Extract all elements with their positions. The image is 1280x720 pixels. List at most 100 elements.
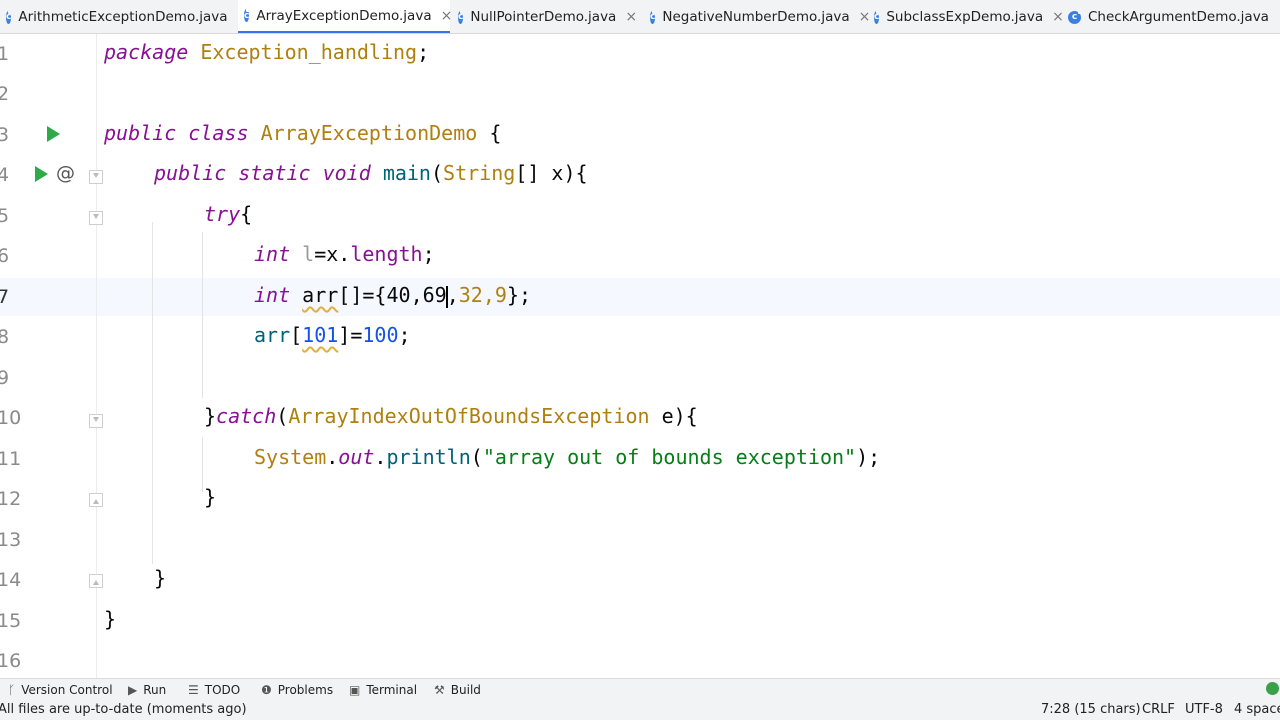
tab-subclass-exp-demo[interactable]: c SubclassExpDemo.java × xyxy=(868,0,1064,33)
punct: ; xyxy=(422,242,435,266)
code-line: 9 xyxy=(0,358,1280,398)
tool-todo[interactable]: ☰ TODO xyxy=(188,683,240,697)
punct: ( xyxy=(276,404,289,428)
punct: [] x){ xyxy=(515,161,588,185)
hammer-icon: ⚒ xyxy=(434,683,445,697)
tool-label: Version Control xyxy=(21,683,113,697)
java-class-icon: c xyxy=(1068,8,1083,24)
code-line: 5 try{ xyxy=(0,196,1280,236)
punct: , xyxy=(446,283,459,307)
code-line: 6 int l=x.length; xyxy=(0,236,1280,276)
keyword: try xyxy=(204,202,241,226)
caret-position[interactable]: 7:28 (15 chars) xyxy=(1041,702,1141,717)
tab-label: SubclassExpDemo.java xyxy=(886,9,1044,25)
type-name: String xyxy=(443,161,516,185)
file-encoding[interactable]: UTF-8 xyxy=(1185,702,1223,717)
variable: l xyxy=(302,242,315,266)
variable: arr xyxy=(254,323,291,347)
tool-problems[interactable]: ❶ Problems xyxy=(261,683,333,697)
tab-label: NullPointerDemo.java xyxy=(470,9,617,25)
keyword: void xyxy=(322,161,371,185)
close-icon[interactable]: × xyxy=(625,9,637,25)
punct: =x. xyxy=(314,242,351,266)
number: 101 xyxy=(302,323,339,347)
punct: ]= xyxy=(338,323,363,347)
line-number: 2 xyxy=(0,83,10,105)
line-number: 9 xyxy=(0,367,10,389)
terminal-icon: ▣ xyxy=(349,683,361,697)
line-number: 14 xyxy=(0,569,22,591)
code-line: 15 } xyxy=(0,601,1280,641)
line-number: 6 xyxy=(0,245,10,267)
code-line: 11 System.out.println("array out of boun… xyxy=(0,439,1280,479)
punct: } xyxy=(204,485,217,509)
method-name: println xyxy=(386,445,471,469)
string-literal: "array out of bounds exception" xyxy=(482,445,857,469)
close-icon[interactable]: × xyxy=(441,8,453,24)
java-class-icon: c xyxy=(650,8,658,24)
tab-arithmetic-exception-demo[interactable]: c ArithmeticExceptionDemo.java × xyxy=(0,0,248,33)
class-name: ArrayIndexOutOfBoundsException xyxy=(288,404,650,428)
line-number: 16 xyxy=(0,650,22,672)
tab-label: ArithmeticExceptionDemo.java xyxy=(18,9,228,25)
punct: . xyxy=(326,445,339,469)
tab-array-exception-demo[interactable]: c ArrayExceptionDemo.java × xyxy=(238,0,453,33)
tool-run[interactable]: ▶ Run xyxy=(128,683,166,697)
number: 9 xyxy=(494,283,507,307)
line-number: 4 xyxy=(0,164,10,186)
branch-icon: ᚴ xyxy=(8,683,16,697)
tab-negative-number-demo[interactable]: c NegativeNumberDemo.java × xyxy=(644,0,870,33)
tool-build[interactable]: ⚒ Build xyxy=(434,683,481,697)
indent-setting[interactable]: 4 spaces xyxy=(1234,702,1280,717)
line-number: 12 xyxy=(0,488,22,510)
punct: , xyxy=(410,283,423,307)
tab-label: NegativeNumberDemo.java xyxy=(662,9,850,25)
editor-tab-bar: c ArithmeticExceptionDemo.java × c Array… xyxy=(0,0,1280,34)
package-name: Exception_handling xyxy=(200,40,418,64)
punct: } xyxy=(104,607,117,631)
run-icon: ▶ xyxy=(128,683,138,697)
tab-null-pointer-demo[interactable]: c NullPointerDemo.java × xyxy=(452,0,642,33)
java-class-icon: c xyxy=(6,8,14,24)
keyword: static xyxy=(238,161,311,185)
java-class-icon: c xyxy=(458,8,466,24)
punct: ; xyxy=(398,323,411,347)
punct: . xyxy=(374,445,387,469)
code-line: 16 xyxy=(0,641,1280,678)
event-log-icon[interactable] xyxy=(1266,682,1279,695)
keyword: int xyxy=(254,283,291,307)
tool-label: Build xyxy=(450,683,481,697)
status-message[interactable]: All files are up-to-date (moments ago) xyxy=(0,702,247,717)
line-number: 11 xyxy=(0,448,22,470)
punct: ( xyxy=(470,445,483,469)
number: 40 xyxy=(386,283,411,307)
variable: arr xyxy=(302,283,339,307)
code-line: 1 package Exception_handling; xyxy=(0,34,1280,74)
line-number: 7 xyxy=(0,286,10,308)
code-line: 4 public static void main(String[] x){ xyxy=(0,155,1280,195)
class-name: ArrayExceptionDemo xyxy=(260,121,478,145)
tool-label: Run xyxy=(143,683,167,697)
tool-window-bar: ᚴ Version Control ▶ Run ☰ TODO ❶ Problem… xyxy=(0,678,1280,700)
tab-check-argument-demo[interactable]: c CheckArgumentDemo.java xyxy=(1062,0,1280,33)
keyword: public xyxy=(104,121,177,145)
java-class-icon: c xyxy=(874,8,882,24)
keyword: package xyxy=(104,40,189,64)
code-line: 14 } xyxy=(0,560,1280,600)
punct: { xyxy=(477,121,502,145)
tool-version-control[interactable]: ᚴ Version Control xyxy=(8,683,113,697)
punct: e){ xyxy=(649,404,698,428)
punct: } xyxy=(204,404,217,428)
line-number: 13 xyxy=(0,529,22,551)
status-bar: All files are up-to-date (moments ago) 7… xyxy=(0,700,1280,720)
code-editor[interactable]: @ 1 package Exception_handling; 2 3 publ… xyxy=(0,34,1280,678)
punct: , xyxy=(482,283,495,307)
code-line: 2 xyxy=(0,74,1280,114)
number: 100 xyxy=(362,323,399,347)
number: 69 xyxy=(422,283,447,307)
tool-terminal[interactable]: ▣ Terminal xyxy=(349,683,417,697)
keyword: catch xyxy=(216,404,277,428)
tab-label: CheckArgumentDemo.java xyxy=(1088,9,1269,25)
line-separator[interactable]: CRLF xyxy=(1142,702,1175,717)
code-line: 13 xyxy=(0,520,1280,560)
